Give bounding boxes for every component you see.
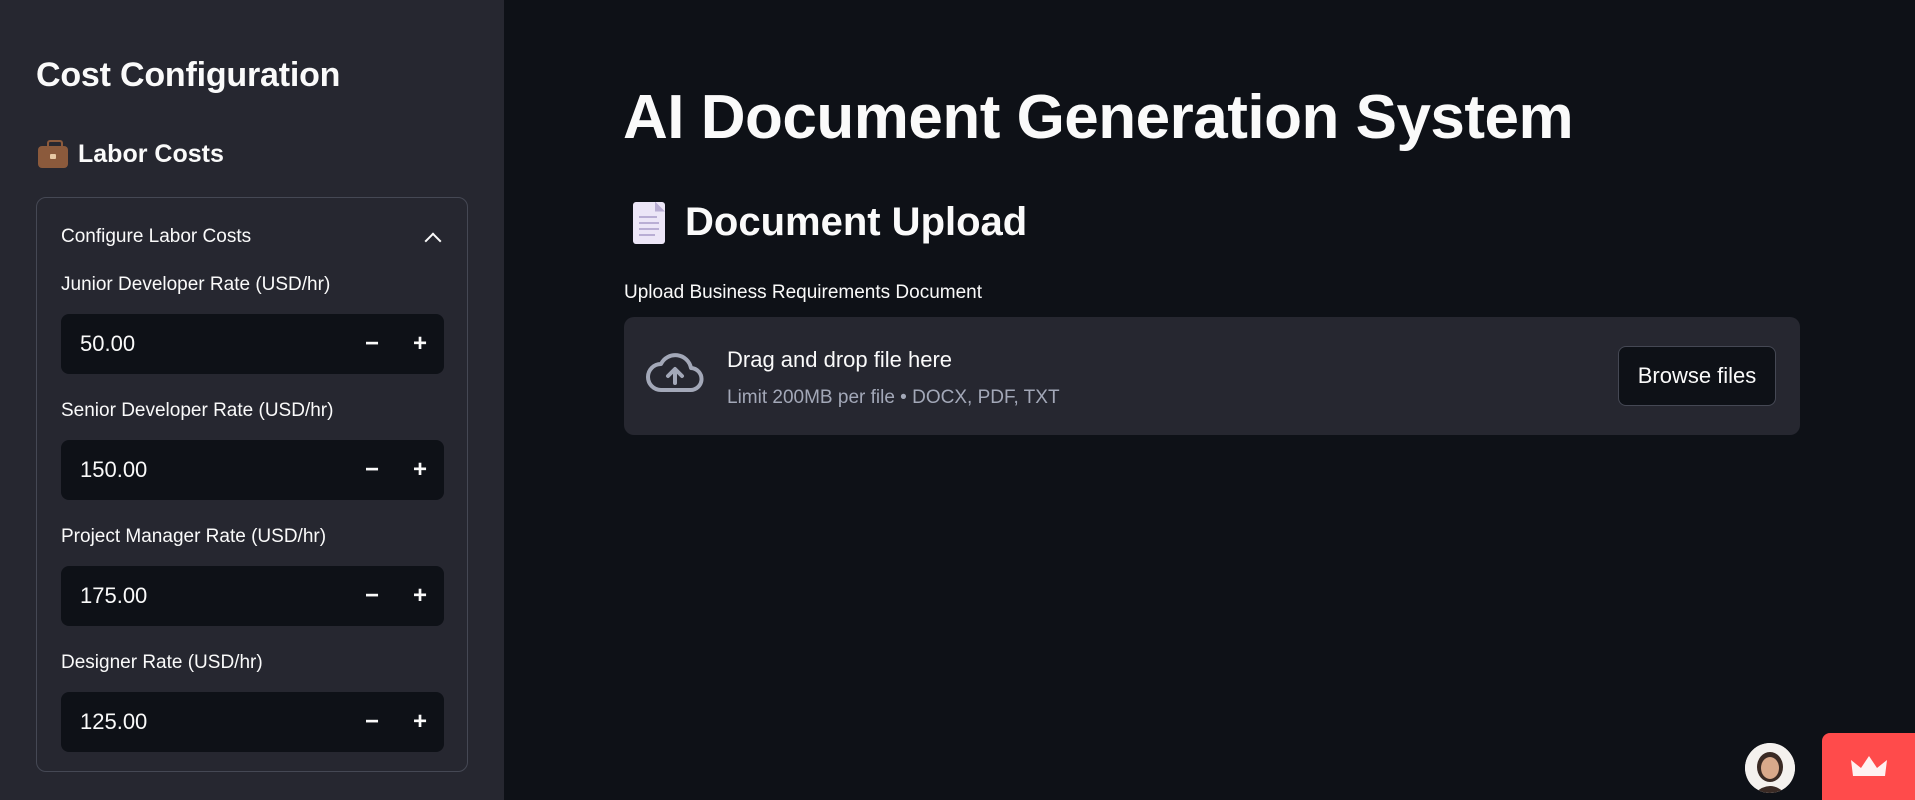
decrement-button[interactable]: −	[348, 566, 396, 626]
designer-rate-input: 125.00 − +	[61, 692, 444, 752]
number-value[interactable]: 175.00	[61, 583, 348, 609]
app: Cost Configuration Labor Costs Configure…	[0, 0, 1915, 800]
number-value[interactable]: 125.00	[61, 709, 348, 735]
senior-rate-input: 150.00 − +	[61, 440, 444, 500]
decrement-button[interactable]: −	[348, 692, 396, 752]
field-label: Designer Rate (USD/hr)	[61, 652, 263, 673]
decrement-button[interactable]: −	[348, 440, 396, 500]
pm-rate-input: 175.00 − +	[61, 566, 444, 626]
number-value[interactable]: 50.00	[61, 331, 348, 357]
document-upload-heading: Document Upload	[633, 200, 1027, 245]
increment-button[interactable]: +	[396, 566, 444, 626]
expander-label: Configure Labor Costs	[61, 226, 252, 247]
uploader-label: Upload Business Requirements Document	[624, 282, 983, 303]
sidebar-title: Cost Configuration	[36, 56, 341, 94]
number-value[interactable]: 150.00	[61, 457, 348, 483]
avatar[interactable]	[1745, 743, 1795, 793]
labor-costs-heading: Labor Costs	[38, 139, 224, 169]
streamlit-badge[interactable]	[1822, 733, 1915, 800]
designer-rate-field: Designer Rate (USD/hr) 125.00 − +	[61, 652, 444, 752]
expander-header[interactable]: Configure Labor Costs	[61, 222, 443, 252]
section-title: Document Upload	[685, 200, 1028, 244]
increment-button[interactable]: +	[396, 314, 444, 374]
cloud-upload-icon	[646, 350, 704, 401]
senior-rate-field: Senior Developer Rate (USD/hr) 150.00 − …	[61, 400, 444, 500]
labor-costs-label: Labor Costs	[78, 140, 224, 168]
decrement-button[interactable]: −	[348, 314, 396, 374]
document-icon	[633, 201, 665, 244]
browse-files-button[interactable]: Browse files	[1618, 346, 1776, 406]
chevron-up-icon[interactable]	[425, 230, 439, 244]
field-label: Project Manager Rate (USD/hr)	[61, 526, 327, 547]
file-dropzone[interactable]: Drag and drop file here Limit 200MB per …	[624, 317, 1800, 435]
increment-button[interactable]: +	[396, 440, 444, 500]
junior-rate-input: 50.00 − +	[61, 314, 444, 374]
page-title: AI Document Generation System	[623, 83, 1574, 152]
dropzone-limit: Limit 200MB per file • DOCX, PDF, TXT	[727, 387, 1060, 408]
field-label: Senior Developer Rate (USD/hr)	[61, 400, 334, 421]
increment-button[interactable]: +	[396, 692, 444, 752]
briefcase-icon	[38, 139, 68, 168]
sidebar: Cost Configuration Labor Costs Configure…	[0, 0, 504, 800]
labor-costs-expander: Configure Labor Costs Junior Developer R…	[36, 197, 468, 772]
pm-rate-field: Project Manager Rate (USD/hr) 175.00 − +	[61, 526, 444, 626]
crown-icon	[1850, 755, 1887, 776]
junior-rate-field: Junior Developer Rate (USD/hr) 50.00 − +	[61, 274, 444, 374]
dropzone-instructions: Drag and drop file here	[727, 347, 953, 372]
field-label: Junior Developer Rate (USD/hr)	[61, 274, 331, 295]
